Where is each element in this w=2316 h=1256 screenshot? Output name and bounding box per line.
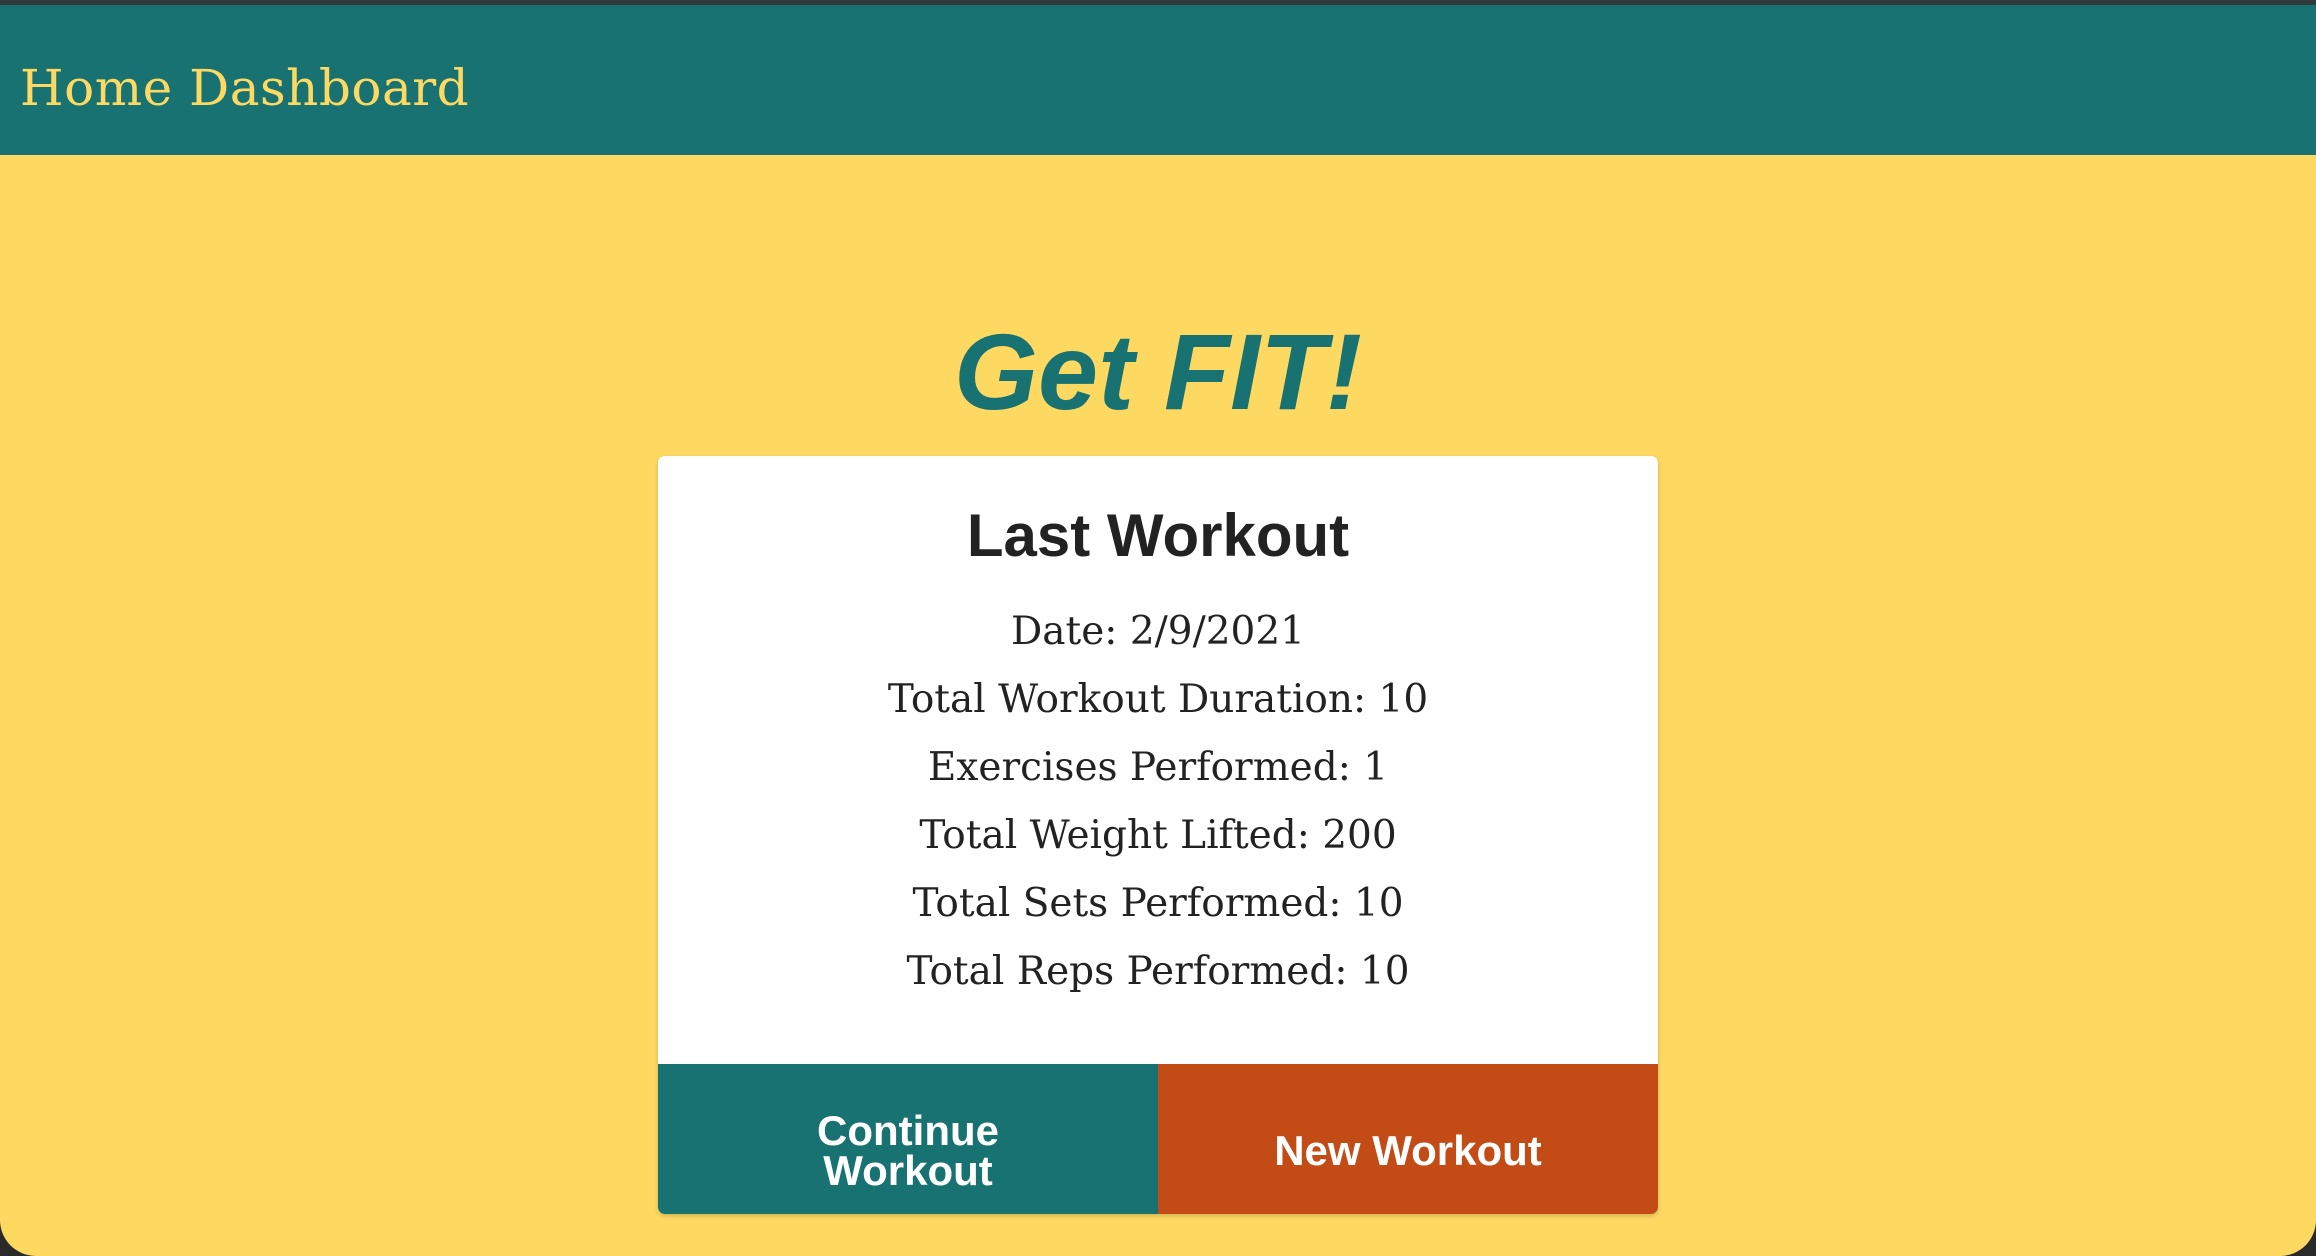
page-title: Get FIT! [954,311,1362,432]
total-sets-performed: Total Sets Performed: 10 [912,881,1404,926]
total-weight-lifted: Total Weight Lifted: 200 [919,813,1397,858]
total-reps-performed: Total Reps Performed: 10 [906,949,1410,994]
app-window: Home Dashboard Get FIT! Last Workout Dat… [0,0,2316,1256]
last-workout-card: Last Workout Date: 2/9/2021 Total Workou… [658,456,1658,1214]
workout-duration: Total Workout Duration: 10 [887,677,1429,722]
navbar: Home Dashboard [0,5,2316,155]
workout-date: Date: 2/9/2021 [1011,609,1305,654]
navbar-home-link[interactable]: Home Dashboard [20,63,469,113]
exercises-performed: Exercises Performed: 1 [927,745,1389,790]
card-heading: Last Workout [966,502,1350,569]
new-workout-button[interactable]: New Workout [1158,1064,1658,1214]
continue-workout-button[interactable]: Continue Workout [658,1064,1158,1214]
